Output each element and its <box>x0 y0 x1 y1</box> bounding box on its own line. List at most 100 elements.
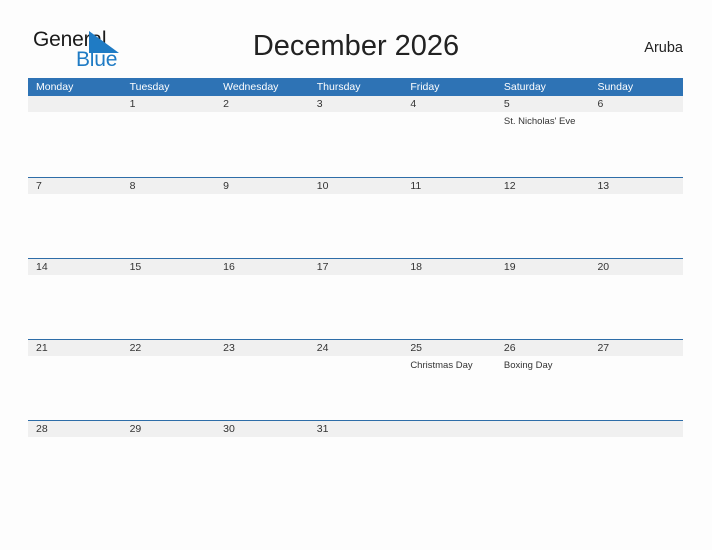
day-cell[interactable] <box>496 437 590 500</box>
calendar-week-row: 21 22 23 24 25 26 27 Christmas Day Boxing Day <box>28 339 683 420</box>
day-cell[interactable] <box>28 356 122 419</box>
day-content-row <box>28 275 683 338</box>
day-number[interactable]: 3 <box>309 96 403 112</box>
calendar-weeks: 1 2 3 4 5 6 St. Nicholas' Eve 7 8 9 10 11 12 13 14 15 16… <box>28 96 683 501</box>
day-cell[interactable] <box>589 194 683 257</box>
day-cell[interactable] <box>402 275 496 338</box>
day-number[interactable]: 14 <box>28 259 122 275</box>
day-cell[interactable] <box>28 112 122 175</box>
day-number[interactable]: 26 <box>496 340 590 356</box>
weekday-header-thursday: Thursday <box>316 81 361 93</box>
calendar-week-row: 1 2 3 4 5 6 St. Nicholas' Eve <box>28 96 683 177</box>
day-cell[interactable]: Boxing Day <box>496 356 590 419</box>
day-number[interactable]: 6 <box>589 96 683 112</box>
day-cell[interactable] <box>215 112 309 175</box>
day-number[interactable]: 11 <box>402 178 496 194</box>
day-number[interactable]: 2 <box>215 96 309 112</box>
weekday-header-saturday: Saturday <box>503 81 546 93</box>
day-cell[interactable] <box>122 437 216 500</box>
day-number[interactable]: 20 <box>589 259 683 275</box>
day-cell[interactable] <box>215 194 309 257</box>
day-number-strip: 21 22 23 24 25 26 27 <box>28 340 683 356</box>
calendar-page: General Blue December 2026 Aruba Monday T… <box>0 0 712 550</box>
day-number[interactable]: 23 <box>215 340 309 356</box>
weekday-header-wednesday: Wednesday <box>223 81 279 93</box>
day-number[interactable]: 30 <box>215 421 309 437</box>
day-cell[interactable] <box>122 112 216 175</box>
day-number[interactable]: 17 <box>309 259 403 275</box>
day-cell[interactable] <box>28 194 122 257</box>
day-content-row: Christmas Day Boxing Day <box>28 356 683 419</box>
weekday-header-sunday: Sunday <box>597 81 634 93</box>
day-number[interactable]: 24 <box>309 340 403 356</box>
day-cell[interactable] <box>309 194 403 257</box>
day-cell[interactable]: St. Nicholas' Eve <box>496 112 590 175</box>
day-number[interactable]: 18 <box>402 259 496 275</box>
day-cell[interactable] <box>309 275 403 338</box>
day-cell[interactable] <box>496 194 590 257</box>
day-cell[interactable]: Christmas Day <box>402 356 496 419</box>
day-cell[interactable] <box>122 356 216 419</box>
day-cell[interactable] <box>589 112 683 175</box>
weekday-header-row: Monday Tuesday Wednesday Thursday Friday Satu… <box>28 78 683 96</box>
day-cell[interactable] <box>402 437 496 500</box>
day-number-strip: 123456 <box>28 96 683 112</box>
weekday-header-tuesday: Tuesday <box>129 81 170 93</box>
day-content-row <box>28 194 683 257</box>
day-cell[interactable] <box>28 437 122 500</box>
day-cell[interactable] <box>309 437 403 500</box>
day-cell[interactable] <box>589 275 683 338</box>
day-number[interactable] <box>402 421 496 437</box>
holiday-event-label: St. Nicholas' Eve <box>503 116 576 127</box>
day-number[interactable]: 12 <box>496 178 590 194</box>
day-cell[interactable] <box>402 112 496 175</box>
day-number[interactable]: 22 <box>122 340 216 356</box>
holiday-event-label: Christmas Day <box>410 360 473 371</box>
day-cell[interactable] <box>122 275 216 338</box>
day-number[interactable]: 1 <box>122 96 216 112</box>
day-cell[interactable] <box>122 194 216 257</box>
calendar-week-row: 28 29 30 31 <box>28 420 683 501</box>
day-number[interactable]: 13 <box>589 178 683 194</box>
day-cell[interactable] <box>589 437 683 500</box>
weekday-header-friday: Friday <box>410 81 440 93</box>
day-cell[interactable] <box>309 356 403 419</box>
locale-label: Aruba <box>644 40 683 56</box>
day-number[interactable]: 29 <box>122 421 216 437</box>
day-number[interactable]: 9 <box>215 178 309 194</box>
calendar-week-row: 14 15 16 17 18 19 20 <box>28 258 683 339</box>
day-number[interactable]: 19 <box>496 259 590 275</box>
day-number[interactable]: 31 <box>309 421 403 437</box>
day-cell[interactable] <box>28 275 122 338</box>
day-number[interactable]: 16 <box>215 259 309 275</box>
day-number-strip: 28 29 30 31 <box>28 421 683 437</box>
day-cell[interactable] <box>402 194 496 257</box>
day-number[interactable]: 25 <box>402 340 496 356</box>
calendar-week-row: 7 8 9 10 11 12 13 <box>28 177 683 258</box>
day-cell[interactable] <box>496 275 590 338</box>
calendar-grid: Monday Tuesday Wednesday Thursday Friday Satu… <box>28 78 683 501</box>
day-content-row <box>28 437 683 500</box>
day-cell[interactable] <box>589 356 683 419</box>
day-number[interactable]: 10 <box>309 178 403 194</box>
day-cell[interactable] <box>215 356 309 419</box>
day-number[interactable]: 7 <box>28 178 122 194</box>
weekday-header-monday: Monday <box>36 81 74 93</box>
page-header: General Blue December 2026 Aruba <box>0 0 712 78</box>
day-number[interactable]: 28 <box>28 421 122 437</box>
day-number[interactable]: 8 <box>122 178 216 194</box>
day-cell[interactable] <box>215 437 309 500</box>
day-number[interactable]: 4 <box>402 96 496 112</box>
day-number[interactable] <box>496 421 590 437</box>
day-number[interactable]: 5 <box>496 96 590 112</box>
day-number[interactable] <box>28 96 122 112</box>
day-cell[interactable] <box>215 275 309 338</box>
day-number[interactable]: 21 <box>28 340 122 356</box>
day-number-strip: 14 15 16 17 18 19 20 <box>28 259 683 275</box>
day-content-row: St. Nicholas' Eve <box>28 112 683 175</box>
day-number-strip: 7 8 9 10 11 12 13 <box>28 178 683 194</box>
day-number[interactable]: 15 <box>122 259 216 275</box>
day-cell[interactable] <box>309 112 403 175</box>
day-number[interactable] <box>589 421 683 437</box>
day-number[interactable]: 27 <box>589 340 683 356</box>
